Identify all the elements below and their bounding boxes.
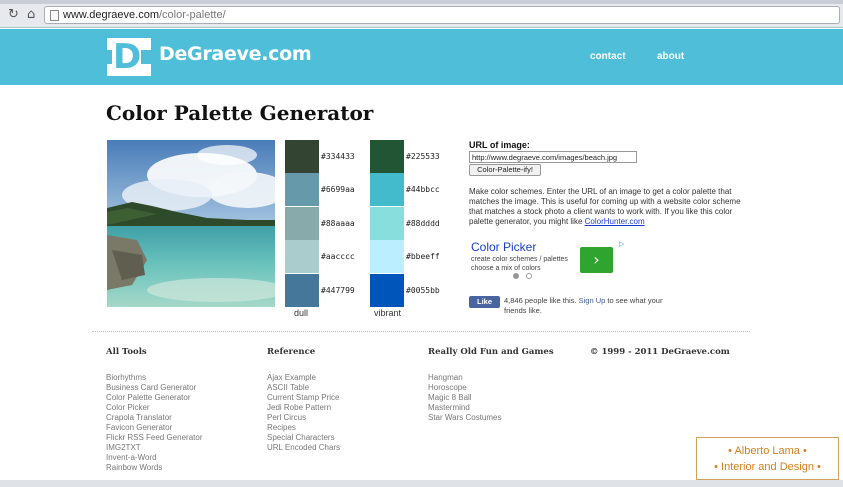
vibrant-swatch (370, 140, 404, 173)
footer-link[interactable]: Mastermind (428, 403, 502, 413)
browser-tabstrip (0, 0, 843, 4)
browser-toolbar: ↻ ⌂ www.degraeve.com/color-palette/ (0, 0, 843, 28)
home-icon[interactable]: ⌂ (27, 8, 35, 22)
facebook-like-button[interactable]: Like (469, 296, 500, 308)
footer-link[interactable]: Business Card Generator (106, 383, 202, 393)
footer-link[interactable]: Favicon Generator (106, 423, 202, 433)
footer-link[interactable]: Current Stamp Price (267, 393, 340, 403)
page-title: Color Palette Generator (106, 101, 374, 125)
footer-heading-games: Really Old Fun and Games (428, 347, 554, 357)
footer-link[interactable]: Flickr RSS Feed Generator (106, 433, 202, 443)
watermark-line-1: • Alberto Lama • (728, 445, 807, 457)
vibrant-swatch (370, 240, 404, 274)
footer-link[interactable]: Hangman (428, 373, 502, 383)
footer-link[interactable]: Biorhythms (106, 373, 202, 383)
vibrant-swatch (370, 206, 404, 240)
dull-hex-label: #88aaaa (321, 218, 355, 228)
reload-icon[interactable]: ↻ (8, 8, 19, 22)
dull-hex-label: #334433 (321, 152, 355, 161)
colorhunter-link[interactable]: ColorHunter.com (585, 217, 645, 226)
url-label: URL of image: (469, 140, 530, 150)
site-header: D DeGraeve.com contact about (0, 29, 843, 85)
vibrant-hex-label: #88dddd (406, 218, 440, 228)
color-palette-ify-button[interactable]: Color-Palette-ify! (469, 164, 541, 176)
url-text: www.degraeve.com/color-palette/ (63, 9, 226, 21)
browser-status-bar (0, 480, 843, 487)
footer-link[interactable]: Recipes (267, 423, 340, 433)
footer-link[interactable]: Perl Circus (267, 413, 340, 423)
url-domain: www.degraeve.com (63, 9, 159, 21)
vibrant-label: vibrant (374, 308, 402, 318)
watermark-line-2: • Interior and Design • (714, 461, 821, 473)
image-url-input[interactable]: http://www.degraeve.com/images/beach.jpg (469, 151, 637, 163)
page-icon (50, 10, 59, 21)
footer-link[interactable]: Color Picker (106, 403, 202, 413)
footer-list-games: Hangman Horoscope Magic 8 Ball Mastermin… (428, 373, 502, 423)
vibrant-hex-label: #225533 (406, 152, 440, 161)
footer-link[interactable]: Crapola Translator (106, 413, 202, 423)
logo-letter: D (113, 37, 142, 77)
dull-swatch (285, 240, 319, 274)
footer-link[interactable]: URL Encoded Chars (267, 443, 340, 453)
footer-link[interactable]: Jedi Robe Pattern (267, 403, 340, 413)
footer-list-reference: Ajax Example ASCII Table Current Stamp P… (267, 373, 340, 453)
footer-link[interactable]: Rainbow Words (106, 463, 202, 473)
nav-about[interactable]: about (657, 51, 684, 62)
footer-link[interactable]: ASCII Table (267, 383, 340, 393)
vibrant-swatch (370, 173, 404, 207)
ad-line-1: create color schemes / palettes (471, 256, 568, 263)
vibrant-hex-label: #bbeeff (406, 252, 440, 262)
signup-link[interactable]: Sign Up (579, 296, 606, 305)
carousel-dot[interactable] (526, 273, 532, 279)
logo-text[interactable]: DeGraeve.com (159, 43, 312, 65)
adchoices-icon[interactable]: ▷ (619, 240, 627, 248)
footer-list-tools: Biorhythms Business Card Generator Color… (106, 373, 202, 473)
dull-swatch (285, 173, 319, 207)
url-path: /color-palette/ (159, 9, 226, 21)
dull-hex-label: #6699aa (321, 185, 355, 195)
dull-swatch (285, 273, 319, 307)
footer-link[interactable]: Special Characters (267, 433, 340, 443)
footer-heading-reference: Reference (267, 347, 316, 357)
footer-link[interactable]: Magic 8 Ball (428, 393, 502, 403)
description: Make color schemes. Enter the URL of an … (469, 187, 741, 227)
like-label: Like (476, 297, 492, 306)
carousel-dot-active[interactable] (513, 273, 519, 279)
vibrant-hex-label: #0055bb (406, 285, 440, 295)
dull-swatch (285, 206, 319, 240)
footer-heading-tools: All Tools (106, 347, 147, 357)
footer-divider (92, 331, 750, 332)
footer-link[interactable]: IMG2TXT (106, 443, 202, 453)
nav-contact[interactable]: contact (590, 51, 626, 62)
dull-swatch (285, 140, 319, 173)
watermark: • Alberto Lama • • Interior and Design • (696, 437, 839, 480)
address-bar[interactable]: www.degraeve.com/color-palette/ (44, 6, 840, 24)
vibrant-hex-label: #44bbcc (406, 185, 440, 195)
dull-hex-label: #447799 (321, 285, 355, 295)
beach-photo (107, 140, 275, 307)
facebook-like-text: 4,846 people like this. Sign Up to see w… (504, 296, 674, 316)
beach-image (107, 140, 275, 307)
dull-hex-label: #aacccc (321, 252, 355, 262)
footer-link[interactable]: Horoscope (428, 383, 502, 393)
vibrant-swatch (370, 273, 404, 307)
copyright: © 1999 - 2011 DeGraeve.com (590, 347, 730, 357)
logo-icon[interactable]: D (107, 38, 151, 76)
chevron-right-icon[interactable]: › (580, 247, 613, 273)
footer-link[interactable]: Color Palette Generator (106, 393, 202, 403)
like-count: 4,846 people like this. (504, 296, 579, 305)
footer-link[interactable]: Star Wars Costumes (428, 413, 502, 423)
ad-title[interactable]: Color Picker (471, 240, 536, 254)
footer-link[interactable]: Ajax Example (267, 373, 340, 383)
dull-label: dull (294, 308, 309, 318)
footer-link[interactable]: Invent-a-Word (106, 453, 202, 463)
ad-line-2: choose a mix of colors (471, 265, 541, 272)
ad-color-picker[interactable]: Color Picker create color schemes / pale… (469, 240, 629, 280)
